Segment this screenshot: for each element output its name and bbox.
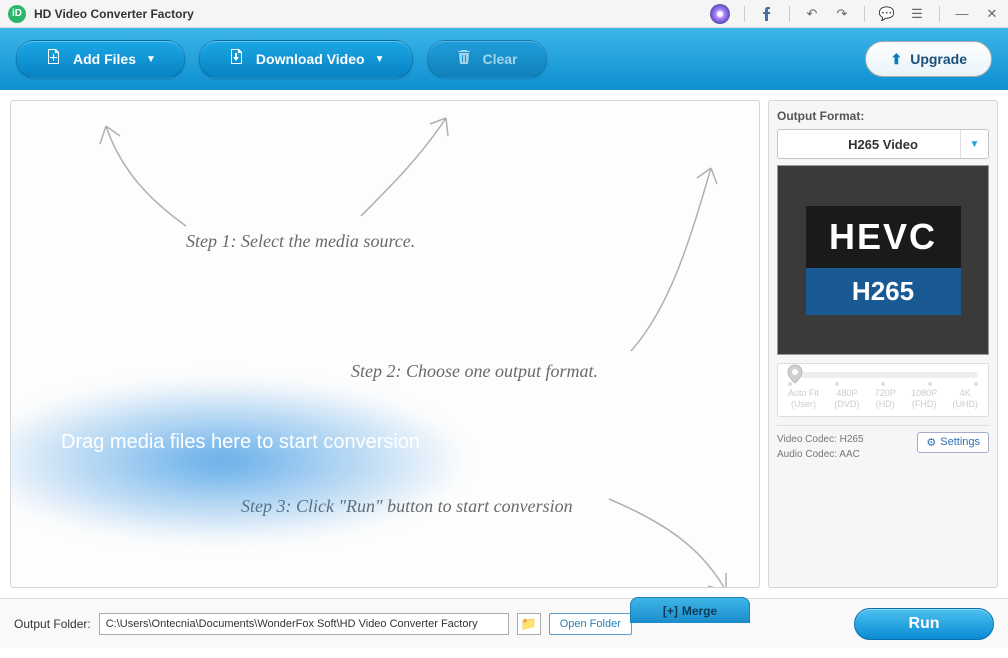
format-dropdown-icon: ▼ <box>960 130 988 158</box>
facebook-icon[interactable] <box>759 6 775 22</box>
redo-icon[interactable]: ↷ <box>834 6 850 22</box>
menu-icon[interactable]: ☰ <box>909 6 925 22</box>
codec-info: Video Codec: H265 Audio Codec: AAC <box>777 432 864 462</box>
download-icon <box>228 48 246 71</box>
download-video-label: Download Video <box>256 51 365 67</box>
download-video-button[interactable]: Download Video ▼ <box>199 40 414 78</box>
add-files-label: Add Files <box>73 51 136 67</box>
merge-icon: [+] <box>663 604 678 618</box>
separator <box>789 6 790 22</box>
separator <box>864 6 865 22</box>
hevc-badge: HEVC H265 <box>806 206 961 315</box>
upgrade-label: Upgrade <box>910 51 967 67</box>
drag-hint-text: Drag media files here to start conversio… <box>61 431 420 454</box>
titlebar: iD HD Video Converter Factory ↶ ↷ 💬 ☰ — … <box>0 0 1008 28</box>
add-file-icon <box>45 48 63 71</box>
open-folder-button[interactable]: Open Folder <box>549 613 632 635</box>
separator <box>939 6 940 22</box>
output-format-label: Output Format: <box>777 109 989 123</box>
clear-button[interactable]: Clear <box>427 40 546 78</box>
arrow-curve-icon <box>91 111 201 231</box>
format-selected-value: H265 Video <box>848 137 918 152</box>
trash-icon <box>456 49 472 70</box>
arrow-curve-icon <box>351 106 471 221</box>
glow-decoration <box>10 371 491 551</box>
arrow-curve-icon <box>601 491 741 588</box>
upgrade-arrow-icon: ⬆ <box>890 51 902 68</box>
merge-button[interactable]: [+] Merge <box>630 597 750 623</box>
output-folder-path[interactable]: C:\Users\Ontecnia\Documents\WonderFox So… <box>99 613 509 635</box>
settings-label: Settings <box>940 436 980 448</box>
output-folder-label: Output Folder: <box>14 617 91 631</box>
folder-icon: 📁 <box>521 616 537 632</box>
slider-thumb-icon[interactable] <box>786 363 804 385</box>
dropdown-icon: ▼ <box>146 54 156 65</box>
browse-folder-button[interactable]: 📁 <box>517 613 541 635</box>
undo-icon[interactable]: ↶ <box>804 6 820 22</box>
add-files-button[interactable]: Add Files ▼ <box>16 40 185 78</box>
format-selector[interactable]: H265 Video ▼ <box>777 129 989 159</box>
message-icon[interactable]: 💬 <box>879 6 895 22</box>
separator <box>744 6 745 22</box>
run-button[interactable]: Run <box>854 608 994 640</box>
clear-label: Clear <box>482 51 517 67</box>
step1-text: Step 1: Select the media source. <box>186 231 415 252</box>
toolbar: Add Files ▼ Download Video ▼ Clear ⬆ Upg… <box>0 28 1008 90</box>
output-panel: Output Format: H265 Video ▼ HEVC H265 Au… <box>768 100 998 588</box>
dropdown-icon: ▼ <box>375 54 385 65</box>
arrow-curve-icon <box>621 156 731 356</box>
h265-text: H265 <box>806 268 961 315</box>
disc-icon[interactable] <box>710 4 730 24</box>
footer: Output Folder: C:\Users\Ontecnia\Documen… <box>0 598 1008 648</box>
close-icon[interactable]: ✕ <box>984 6 1000 22</box>
app-title: HD Video Converter Factory <box>34 7 194 21</box>
merge-label: Merge <box>682 604 717 618</box>
resolution-labels: Auto Fit(User) 480P(DVD) 720P(HD) 1080P(… <box>788 388 978 410</box>
main-drop-area[interactable]: Step 1: Select the media source. Step 2:… <box>10 100 760 588</box>
resolution-slider[interactable]: Auto Fit(User) 480P(DVD) 720P(HD) 1080P(… <box>777 363 989 417</box>
format-preview[interactable]: HEVC H265 <box>777 165 989 355</box>
minimize-icon[interactable]: — <box>954 6 970 22</box>
hevc-text: HEVC <box>806 206 961 268</box>
upgrade-button[interactable]: ⬆ Upgrade <box>865 41 992 77</box>
gear-icon: ⚙ <box>926 436 936 449</box>
settings-button[interactable]: ⚙ Settings <box>917 432 989 453</box>
app-logo-icon: iD <box>8 5 26 23</box>
